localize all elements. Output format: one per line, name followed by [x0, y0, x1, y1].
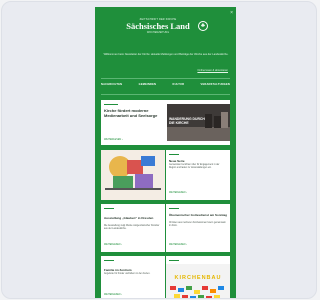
tile-tag-bar — [169, 154, 179, 155]
feature-article[interactable]: Kirche fördert moderne Medienarbeit und … — [101, 100, 230, 145]
tile-read-more[interactable]: WEITERLESEN › — [104, 244, 122, 246]
intro-link[interactable]: Online lesen & abonnieren — [197, 69, 228, 72]
brand-logo: ZEITSCHRIFT DER KIRCHE Sächsisches Land … — [123, 18, 211, 36]
brick-shape — [214, 295, 220, 298]
brick-shape — [178, 288, 184, 292]
feature-title: Kirche fördert moderne Medienarbeit und … — [104, 108, 158, 118]
collage-shape — [141, 156, 155, 166]
tile-text: Die Ausstellung zeigt Werke zeitgenössis… — [104, 225, 160, 231]
newsletter-preview: × ZEITSCHRIFT DER KIRCHE Sächsisches Lan… — [95, 7, 236, 298]
tile-title: Familie im Zentrum — [104, 268, 132, 272]
feature-image-figure — [214, 116, 221, 128]
brick-shape — [174, 294, 180, 298]
feature-image-figure — [221, 112, 228, 128]
cross-emblem-icon: ♣ — [198, 21, 208, 31]
nav-divider-bottom — [101, 94, 230, 95]
tile-tag-bar — [104, 208, 114, 209]
brick-shape — [194, 290, 200, 294]
brick-shape — [186, 286, 192, 290]
tile-text: Gemeinden berichten über ihr Engagement … — [169, 164, 220, 170]
nav-item-events[interactable]: VERANSTALTUNGEN — [201, 83, 230, 86]
tile-tag-bar — [169, 260, 179, 261]
tile-read-more[interactable]: WEITERLESEN › — [104, 294, 122, 296]
collage-image — [101, 150, 165, 200]
feature-tag-bar — [104, 104, 118, 105]
lego-tile[interactable]: KIRCHENBAU — [166, 256, 230, 298]
brick-shape — [170, 286, 176, 290]
tile-tag-bar — [104, 260, 114, 261]
tile-title: Ökumenischer Gottesdienst am Sonntag — [169, 213, 228, 217]
brick-shape — [202, 286, 208, 290]
tile-read-more[interactable]: WEITERLESEN › — [169, 192, 187, 194]
feature-image-caption: WANDERUNG DURCH DIE KIRCHE — [169, 117, 205, 126]
brick-shape — [190, 296, 196, 298]
collage-shape — [113, 176, 133, 188]
news-tile-4[interactable]: Familie im Zentrum Angebote für Kinder u… — [101, 256, 165, 298]
category-nav: NACHRICHTEN GEMEINDEN KULTUR VERANSTALTU… — [101, 83, 230, 86]
brick-shape — [182, 295, 188, 298]
tile-text: Angebote für Kinder und Eltern in den Fe… — [104, 273, 151, 275]
nav-item-communities[interactable]: GEMEINDEN — [139, 83, 157, 86]
brick-image-word: KIRCHENBAU — [174, 275, 222, 281]
brick-shape — [218, 286, 224, 290]
brick-image: KIRCHENBAU — [166, 264, 230, 298]
nav-item-news[interactable]: NACHRICHTEN — [101, 83, 122, 86]
collage-shape — [105, 188, 161, 190]
brand-name: Sächsisches Land — [126, 21, 190, 31]
tile-text: Christen aus mehreren Konfessionen feier… — [169, 222, 226, 228]
news-tile-1[interactable]: Neue Serie Gemeinden berichten über ihr … — [166, 150, 230, 200]
tile-read-more[interactable]: WEITERLESEN › — [169, 244, 187, 246]
feature-read-more[interactable]: WEITERLESEN › — [104, 138, 123, 141]
close-icon[interactable]: × — [230, 11, 233, 16]
brick-shape — [198, 295, 204, 298]
intro-text: Willkommen beim Newsletter der Kirche: a… — [103, 53, 229, 56]
news-tile-2[interactable]: Ausstellung „Glauben“ in Dresden Die Aus… — [101, 204, 165, 252]
tile-title: Ausstellung „Glauben“ in Dresden — [104, 216, 154, 220]
tile-tag-bar — [169, 208, 179, 209]
tile-title: Neue Serie — [169, 159, 185, 163]
brick-shape — [210, 289, 216, 293]
nav-item-culture[interactable]: KULTUR — [173, 83, 185, 86]
email-preview-card: × ZEITSCHRIFT DER KIRCHE Sächsisches Lan… — [1, 1, 317, 299]
feature-image-floor — [167, 127, 230, 141]
brand-subtitle: WOCHENZEITUNG — [146, 31, 170, 34]
brick-shape — [206, 296, 212, 298]
news-tile-3[interactable]: Ökumenischer Gottesdienst am Sonntag Chr… — [166, 204, 230, 252]
art-tile[interactable] — [101, 150, 165, 200]
nav-divider-top — [101, 78, 230, 79]
feature-image: WANDERUNG DURCH DIE KIRCHE — [167, 104, 230, 141]
